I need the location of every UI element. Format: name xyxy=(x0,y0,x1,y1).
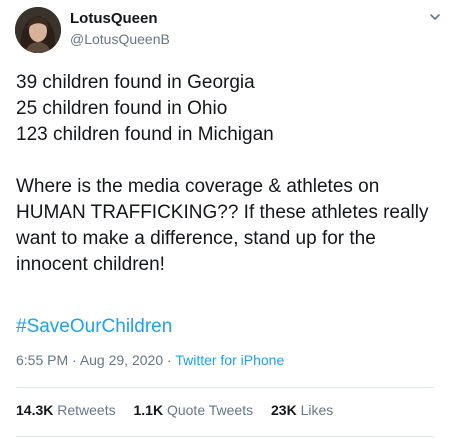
likes-stat[interactable]: 23K Likes xyxy=(271,402,333,418)
divider xyxy=(16,387,434,388)
tweet-line: want to make a difference, stand up for … xyxy=(16,228,376,249)
avatar[interactable] xyxy=(15,7,61,53)
tweet-paragraph: Where is the media coverage & athletes o… xyxy=(16,174,441,278)
divider xyxy=(16,436,434,437)
quote-tweets-label: Quote Tweets xyxy=(166,402,254,418)
tweet-line: 123 children found in Michigan xyxy=(16,124,274,145)
likes-label: Likes xyxy=(300,402,334,418)
tweet-line: HUMAN TRAFFICKING?? If these athletes re… xyxy=(16,202,429,223)
tweet-line: innocent children! xyxy=(16,254,165,275)
hashtag-link[interactable]: #SaveOurChildren xyxy=(16,316,172,338)
tweet-time[interactable]: 6:55 PM xyxy=(16,352,68,368)
chevron-down-icon[interactable] xyxy=(428,10,442,24)
tweet-metadata: 6:55 PM · Aug 29, 2020 · Twitter for iPh… xyxy=(16,352,284,368)
tweet-paragraph: 39 children found in Georgia 25 children… xyxy=(16,70,441,148)
tweet-line: Where is the media coverage & athletes o… xyxy=(16,176,380,197)
retweets-count: 14.3K xyxy=(16,402,54,418)
username-handle[interactable]: @LotusQueenB xyxy=(70,31,170,47)
meta-separator: · xyxy=(163,352,176,368)
meta-separator: · xyxy=(68,352,80,368)
tweet-line: 25 children found in Ohio xyxy=(16,98,228,119)
display-name[interactable]: LotusQueen xyxy=(70,10,158,27)
tweet-line: 39 children found in Georgia xyxy=(16,72,255,93)
likes-count: 23K xyxy=(271,402,297,418)
tweet-date[interactable]: Aug 29, 2020 xyxy=(80,352,163,368)
tweet-source-link[interactable]: Twitter for iPhone xyxy=(175,352,284,368)
retweets-stat[interactable]: 14.3K Retweets xyxy=(16,402,116,418)
quote-tweets-stat[interactable]: 1.1K Quote Tweets xyxy=(134,402,254,418)
engagement-stats: 14.3K Retweets 1.1K Quote Tweets 23K Lik… xyxy=(16,402,347,418)
quote-tweets-count: 1.1K xyxy=(133,402,164,418)
tweet-text: 39 children found in Georgia 25 children… xyxy=(16,70,441,278)
retweets-label: Retweets xyxy=(57,402,116,418)
